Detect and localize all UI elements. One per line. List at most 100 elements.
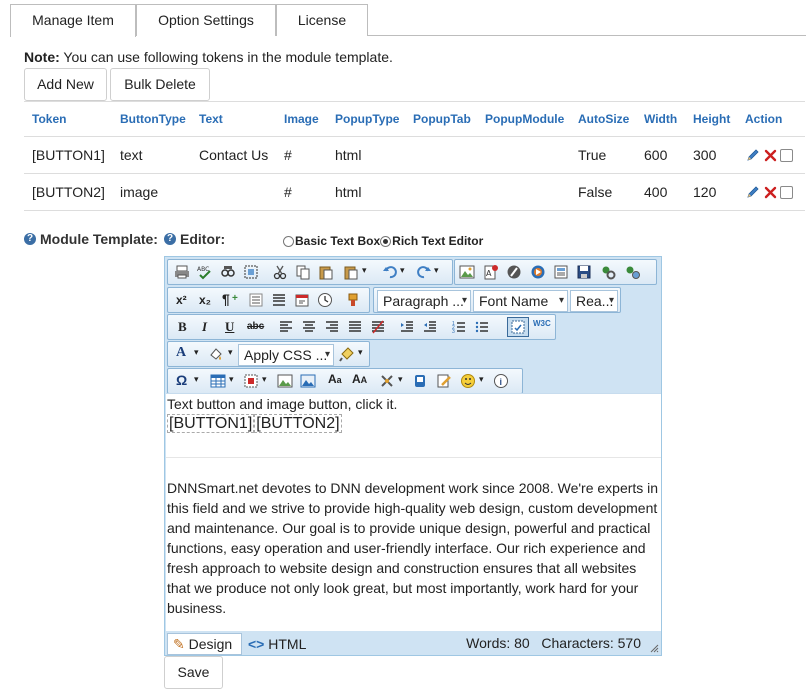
redo-icon[interactable] (416, 264, 432, 280)
hyperlink-icon[interactable] (601, 264, 617, 280)
align-left-icon[interactable] (278, 319, 294, 335)
background-color-icon[interactable] (208, 346, 224, 362)
cut-icon[interactable] (272, 264, 288, 280)
paragraph-mark-icon[interactable]: ¶ (222, 291, 230, 307)
convert-to-upper-icon[interactable]: AA (352, 372, 367, 386)
bulleted-list-icon[interactable] (474, 319, 490, 335)
resize-grip-icon[interactable] (649, 643, 659, 653)
help-icon[interactable]: ? (164, 233, 176, 245)
format-painter-dropdown-icon[interactable]: ▾ (358, 347, 363, 358)
image-map-editor-icon[interactable] (277, 373, 293, 389)
spellcheck-icon[interactable]: ABC (197, 264, 213, 280)
edit-pencil-icon[interactable] (745, 147, 761, 163)
template-manager-icon[interactable] (553, 264, 569, 280)
radio-basic-label[interactable]: Basic Text Box (295, 234, 380, 248)
align-right-icon[interactable] (324, 319, 340, 335)
superscript-icon[interactable]: x² (176, 293, 187, 307)
remove-link-icon[interactable] (625, 264, 641, 280)
outdent-icon[interactable] (422, 319, 438, 335)
paste-icon[interactable] (318, 264, 334, 280)
col-header-buttontype[interactable]: ButtonType (120, 102, 186, 136)
emoticon-icon[interactable] (460, 373, 476, 389)
col-header-autosize[interactable]: AutoSize (578, 102, 629, 136)
col-header-text[interactable]: Text (199, 102, 223, 136)
xhtml-validator-icon[interactable]: W3C (533, 319, 551, 328)
col-header-popuptype[interactable]: PopupType (335, 102, 399, 136)
radio-rich-text-editor[interactable] (380, 235, 392, 247)
flash-manager-icon[interactable] (506, 264, 522, 280)
col-header-token[interactable]: Token (32, 102, 66, 136)
insert-symbol-dropdown-icon[interactable]: ▾ (194, 374, 199, 385)
html-mode-tab[interactable]: <> HTML (248, 633, 306, 655)
undo-dropdown-icon[interactable]: ▾ (400, 265, 405, 276)
foreground-color-icon[interactable]: A (176, 345, 186, 361)
insert-symbol-icon[interactable]: Ω (176, 372, 187, 388)
button2-token[interactable]: [BUTTON2] (254, 414, 342, 433)
edit-pencil-icon[interactable] (745, 184, 761, 200)
button1-token[interactable]: [BUTTON1] (167, 414, 255, 433)
align-center-icon[interactable] (301, 319, 317, 335)
foreground-color-dropdown-icon[interactable]: ▾ (194, 347, 199, 358)
remove-alignment-icon[interactable] (370, 319, 386, 335)
col-header-width[interactable]: Width (644, 102, 677, 136)
background-color-dropdown-icon[interactable]: ▾ (228, 347, 233, 358)
tab-option-settings[interactable]: Option Settings (136, 4, 276, 36)
module-manager-icon[interactable] (379, 373, 395, 389)
col-header-popuptab[interactable]: PopupTab (413, 102, 471, 136)
redo-dropdown-icon[interactable]: ▾ (434, 265, 439, 276)
insert-table-dropdown-icon[interactable]: ▾ (229, 374, 234, 385)
indent-icon[interactable] (399, 319, 415, 335)
row-select-checkbox[interactable] (780, 148, 793, 162)
save-template-icon[interactable] (576, 264, 592, 280)
bold-icon[interactable]: B (178, 319, 187, 335)
design-mode-tab[interactable]: ✎ Design (167, 633, 242, 655)
module-manager-dropdown-icon[interactable]: ▾ (398, 374, 403, 385)
copy-icon[interactable] (295, 264, 311, 280)
emoticon-dropdown-icon[interactable]: ▾ (479, 374, 484, 385)
justify-lines-icon[interactable] (271, 292, 287, 308)
justify-icon[interactable] (347, 319, 363, 335)
select-all-icon[interactable] (243, 264, 259, 280)
editor-content-area[interactable]: Text button and image button, click it. … (166, 393, 661, 631)
apply-css-select[interactable]: Apply CSS ... (238, 344, 334, 366)
row-select-checkbox[interactable] (780, 185, 793, 199)
tab-license[interactable]: License (276, 4, 368, 36)
underline-icon[interactable]: U (225, 319, 234, 335)
insert-snippet-icon[interactable] (243, 373, 259, 389)
radio-rich-label[interactable]: Rich Text Editor (392, 234, 483, 248)
col-header-image[interactable]: Image (284, 102, 319, 136)
toggle-borders-button[interactable] (507, 317, 529, 337)
about-info-icon[interactable]: i (493, 373, 509, 389)
insert-date-icon[interactable] (294, 292, 310, 308)
col-header-popupmodule[interactable]: PopupModule (485, 102, 564, 136)
find-replace-icon[interactable] (220, 264, 236, 280)
media-manager-icon[interactable] (530, 264, 546, 280)
paste-dropdown-icon[interactable]: ▾ (362, 265, 367, 276)
col-header-height[interactable]: Height (693, 102, 730, 136)
tab-manage-item[interactable]: Manage Item (10, 4, 136, 37)
image-manager-icon[interactable] (459, 264, 475, 280)
radio-basic-text-box[interactable] (283, 235, 294, 247)
add-new-button[interactable]: Add New (24, 68, 107, 101)
insert-horizontal-rule-icon[interactable] (248, 292, 264, 308)
convert-to-lower-icon[interactable]: Aa (328, 372, 342, 386)
italic-icon[interactable]: I (202, 319, 207, 335)
format-stripper-icon[interactable] (346, 292, 362, 308)
save-button[interactable]: Save (164, 656, 223, 689)
image-properties-icon[interactable] (300, 373, 316, 389)
help-icon[interactable]: ? (24, 233, 36, 245)
bulk-delete-button[interactable]: Bulk Delete (110, 68, 210, 101)
insert-table-icon[interactable] (210, 373, 226, 389)
document-manager-icon[interactable]: A (483, 264, 499, 280)
print-icon[interactable] (174, 264, 190, 280)
track-changes-icon[interactable] (436, 373, 452, 389)
strikethrough-icon[interactable]: abc (247, 321, 264, 332)
delete-x-icon[interactable] (764, 149, 777, 162)
subscript-icon[interactable]: x₂ (199, 293, 211, 307)
insert-paragraph-icon[interactable]: + (232, 293, 238, 304)
full-screen-icon[interactable] (412, 373, 428, 389)
paste-options-icon[interactable] (343, 264, 359, 280)
paragraph-style-select[interactable]: Paragraph ... (377, 290, 471, 312)
font-size-select[interactable]: Rea... (570, 290, 618, 312)
insert-time-icon[interactable] (317, 292, 333, 308)
